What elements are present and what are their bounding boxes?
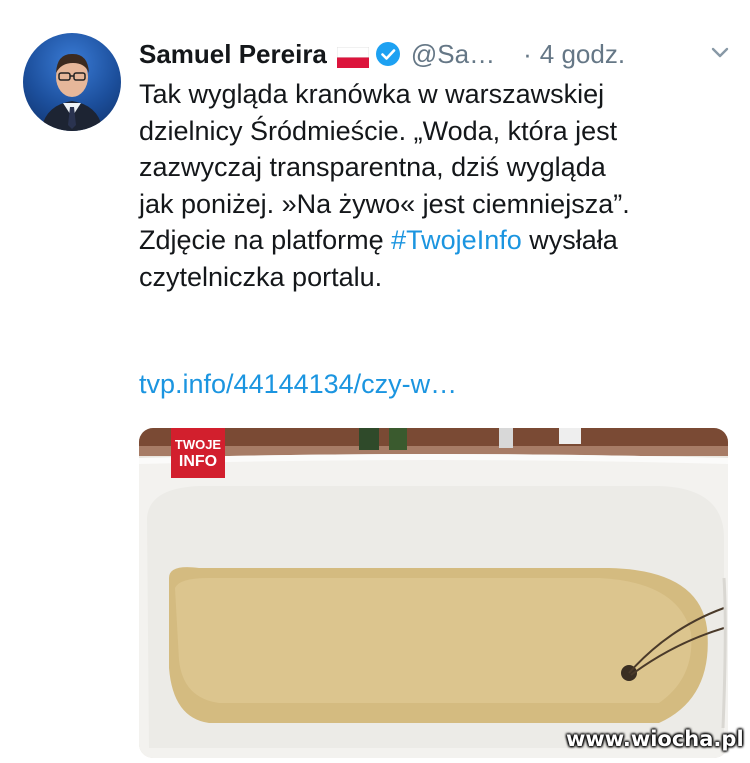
badge-line1: TWOJE bbox=[174, 437, 222, 452]
watermark: www.wiocha.pl bbox=[566, 727, 744, 751]
author-avatar[interactable] bbox=[23, 33, 121, 131]
tweet-text-line: jak poniżej. »Na żywo« jest ciemniejsza”… bbox=[139, 188, 630, 219]
tweet-text-line: dzielnicy Śródmieście. „Woda, która jest bbox=[139, 115, 618, 146]
badge-line2: INFO bbox=[178, 453, 218, 470]
text-segment: wysłała bbox=[529, 225, 618, 255]
tweet-text: Tak wygląda kranówka w warszawskiej dzie… bbox=[139, 76, 739, 295]
bathtub-photo bbox=[139, 428, 728, 758]
separator-dot: · bbox=[523, 38, 532, 69]
text-segment: Zdjęcie na platformę bbox=[139, 225, 384, 255]
tweet-text-line: czytelniczka portalu. bbox=[139, 261, 383, 292]
poland-flag-icon bbox=[336, 44, 370, 68]
tweet-timestamp[interactable]: 4 godz. bbox=[540, 39, 625, 70]
tweet-text-line: Zdjęcie na platformę #TwojeInfo wysłała bbox=[139, 222, 739, 259]
chevron-down-icon[interactable] bbox=[709, 40, 731, 62]
tweet-text-line: Tak wygląda kranówka w warszawskiej bbox=[139, 79, 605, 109]
twoje-info-logo: TWOJE INFO bbox=[171, 428, 225, 478]
author-handle[interactable]: @Sa… bbox=[411, 39, 495, 70]
hashtag-link[interactable]: #TwojeInfo bbox=[391, 225, 522, 255]
tweet-photo[interactable]: TWOJE INFO bbox=[139, 428, 728, 758]
tweet-header: Samuel Pereira @Sa… · 4 godz. bbox=[139, 34, 739, 74]
verified-badge-icon bbox=[375, 41, 401, 67]
author-name[interactable]: Samuel Pereira bbox=[139, 39, 327, 70]
tweet-link-row: tvp.info/44144134/czy-w… bbox=[139, 366, 457, 402]
tweet-text-line: zazwyczaj transparentna, dziś wygląda bbox=[139, 152, 606, 182]
external-link[interactable]: tvp.info/44144134/czy-w… bbox=[139, 369, 457, 399]
